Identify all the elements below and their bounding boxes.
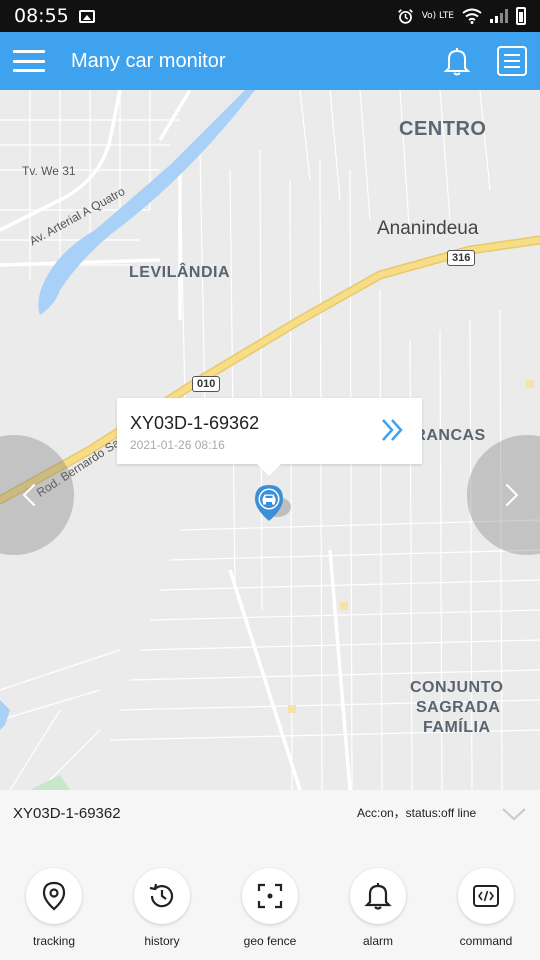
bell-icon [364,883,392,910]
wifi-icon [462,8,482,24]
status-bar: 08:55 Vo) LTE [0,0,540,32]
chevron-right-icon [495,483,519,507]
double-chevron-right-icon[interactable] [380,417,406,443]
history-label: history [144,934,180,948]
map-label-centro: CENTRO [399,118,487,140]
map-label-conjunto-line2: SAGRADA [416,699,501,716]
command-button[interactable]: command [432,868,540,948]
map-label-levilandia: LEVILÂNDIA [129,264,230,281]
map-label-street-tv-we-31: Tv. We 31 [22,164,76,178]
alarm-clock-icon [397,8,413,24]
map-label-conjunto-line3: FAMÍLIA [423,719,491,736]
chevron-down-icon[interactable] [500,804,528,824]
menu-icon[interactable] [13,50,45,72]
history-button-circle [134,868,190,924]
route-shield-010: 010 [192,376,221,392]
app-bar: Many car monitor [0,32,540,90]
action-bar: tracking history geo fence alarm command [0,868,540,948]
popup-timestamp: 2021-01-26 08:16 [130,438,225,452]
history-button[interactable]: history [108,868,216,948]
map-label-ananindeua: Ananindeua [377,218,479,239]
tracking-button-circle [26,868,82,924]
alarm-button-circle [350,868,406,924]
command-label: command [459,934,513,948]
command-button-circle [458,868,514,924]
code-icon [473,885,499,907]
map-label-conjunto-line1: CONJUNTO [410,679,504,696]
tracking-label: tracking [32,934,76,948]
bell-icon[interactable] [440,44,474,78]
vehicle-info-popup[interactable]: XY03D-1-69362 2021-01-26 08:16 [117,398,422,476]
history-clock-icon [149,883,174,908]
map-view[interactable]: CENTRO Ananindeua LEVILÂNDIA ÁGUAS BRANC… [0,90,540,790]
geo-fence-button[interactable]: geo fence [216,868,324,948]
location-pin-icon [42,881,66,911]
alarm-button[interactable]: alarm [324,868,432,948]
battery-icon [516,7,526,25]
vehicle-marker-icon[interactable] [253,483,293,525]
alarm-label: alarm [362,934,393,948]
chevron-left-icon [22,483,46,507]
app-title: Many car monitor [71,49,226,72]
vehicle-panel: XY03D-1-69362 Acc:on，status:off line tra… [0,790,540,960]
tracking-button[interactable]: tracking [0,868,108,948]
image-notification-icon [78,9,95,23]
panel-vehicle-name: XY03D-1-69362 [13,805,121,822]
popup-vehicle-name: XY03D-1-69362 [130,413,260,433]
geo-fence-button-circle [242,868,298,924]
volte-indicator: Vo) LTE [421,11,454,21]
vehicle-status-text: Acc:on，status:off line [357,806,477,820]
geo-fence-icon [257,883,283,909]
status-time: 08:55 [14,5,69,27]
signal-icon [490,9,508,23]
geo-fence-label: geo fence [243,934,297,948]
list-icon[interactable] [496,45,528,77]
route-shield-316: 316 [447,250,476,266]
